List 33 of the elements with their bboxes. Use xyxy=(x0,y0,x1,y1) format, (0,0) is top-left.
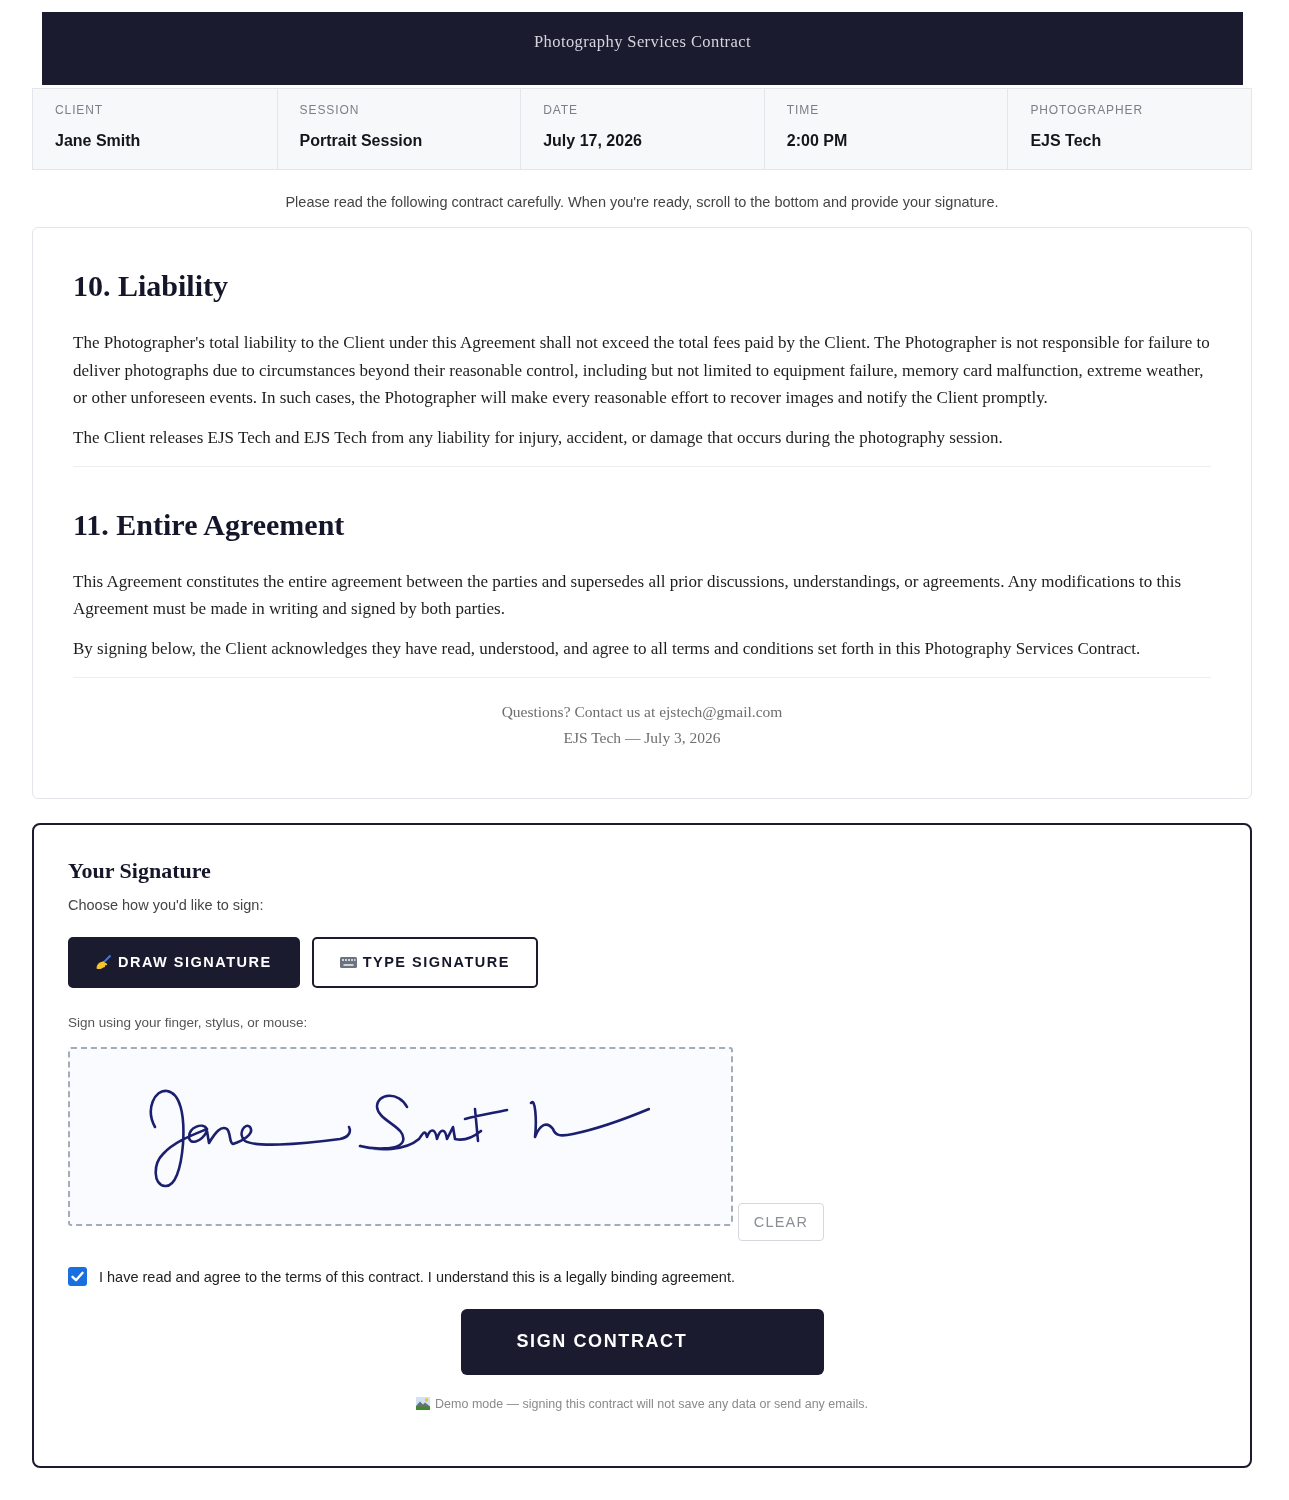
detail-value: 2:00 PM xyxy=(786,131,848,150)
contract-title: Photography Services Contract xyxy=(534,31,751,52)
detail-value: EJS Tech xyxy=(1030,131,1102,150)
contact-line: Questions? Contact us at ejstech@gmail.com xyxy=(501,701,783,722)
section-paragraph: This Agreement constitutes the entire agreement between the parties and supersedes all prior discussions, understandings, or agreements. Any modifications to this Agreement must be made in writing and signed by both parties. xyxy=(73,570,1183,620)
detail-label: DATE xyxy=(543,103,578,118)
signature-prompt: Choose how you'd like to sign: xyxy=(68,895,265,915)
demo-note: Demo mode — signing this contract will not save any data or send any emails. xyxy=(435,1395,868,1413)
agreement-label: I have read and agree to the terms of this contract. I understand this is a legally binding agreement. xyxy=(99,1267,735,1287)
detail-value: July 17, 2026 xyxy=(543,131,642,150)
brush-icon xyxy=(96,954,112,970)
agreement-checkbox[interactable] xyxy=(68,1267,87,1286)
detail-label: CLIENT xyxy=(55,103,104,118)
section-heading: 10. Liability xyxy=(73,268,230,304)
keyboard-icon xyxy=(339,956,357,968)
signature-pad[interactable] xyxy=(68,1046,733,1226)
sign-contract-button[interactable]: SIGN CONTRACT xyxy=(460,1308,824,1375)
intro-text: Please read the following contract carefully. When you're ready, scroll to the bottom and provide your signature. xyxy=(284,193,1000,212)
section-paragraph: The Client releases EJS Tech and EJS Tech from any liability for injury, accident, or damage that occurs during the photography session. xyxy=(73,427,1004,449)
section-paragraph: The Photographer's total liability to the Client under this Agreement shall not exceed the total fees paid by the Client. The Photographer is not responsible for failure to deliver photographs due to circumstances beyond their reasonable control, including but not limited to equipment failure, memory card malfunction, extreme weather, or other unforeseen events. In such cases, the Photographer will make every reasonable effort to recover images and notify the Client promptly. xyxy=(73,332,1211,409)
landscape-icon xyxy=(416,1397,431,1410)
detail-label: TIME xyxy=(786,103,820,118)
detail-label: PHOTOGRAPHER xyxy=(1030,103,1143,118)
detail-value: Jane Smith xyxy=(55,131,141,150)
mode-tab[interactable]: TYPE SIGNATURE xyxy=(311,936,538,988)
mode-tab[interactable]: DRAW SIGNATURE xyxy=(68,936,300,988)
pad-hint: Sign using your finger, stylus, or mouse: xyxy=(68,1013,309,1032)
section-heading: 11. Entire Agreement xyxy=(73,506,346,543)
signature-title: Your Signature xyxy=(68,856,212,885)
detail-value: Portrait Session xyxy=(299,131,423,150)
signoff-line: EJS Tech — July 3, 2026 xyxy=(563,727,721,748)
section-paragraph: By signing below, the Client acknowledges they have read, understood, and agree to all terms and conditions set forth in this Photography Services Contract. xyxy=(73,638,1142,660)
detail-label: SESSION xyxy=(299,103,360,118)
